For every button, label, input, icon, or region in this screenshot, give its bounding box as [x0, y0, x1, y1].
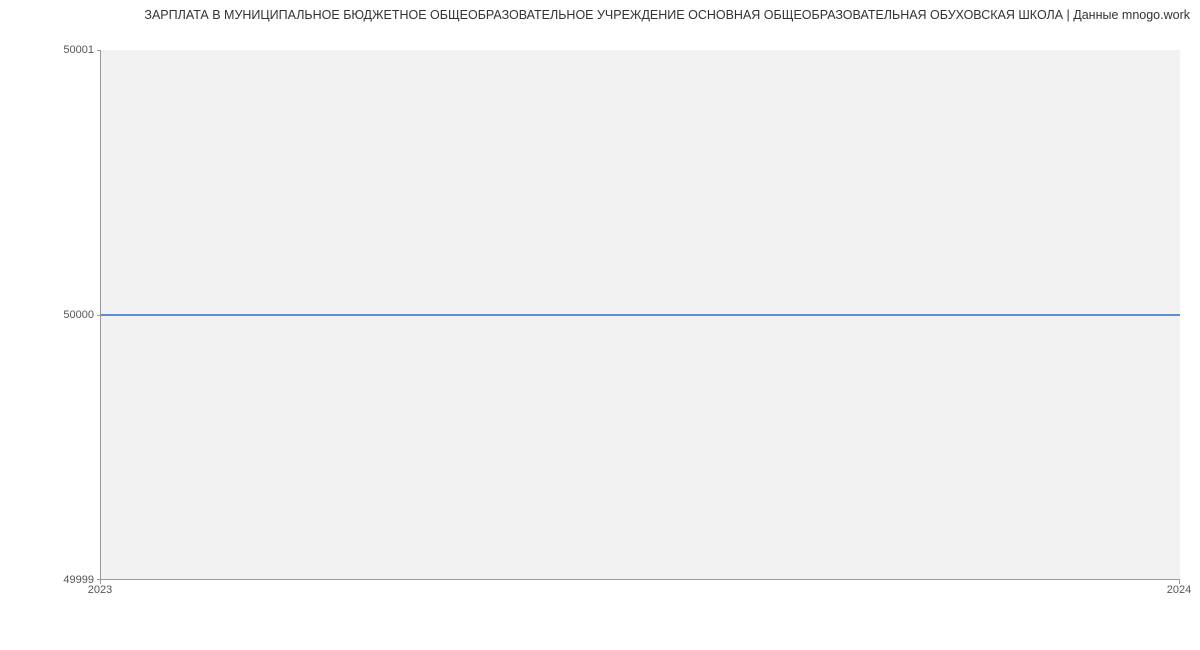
y-tick-mark	[97, 315, 101, 316]
y-axis-tick-label: 50001	[63, 44, 94, 56]
data-series-line	[101, 314, 1180, 316]
x-axis-tick-label: 2023	[88, 584, 112, 596]
y-axis-tick-label: 50000	[63, 309, 94, 321]
plot-background	[100, 50, 1180, 580]
y-tick-mark	[97, 50, 101, 51]
chart-title: ЗАРПЛАТА В МУНИЦИПАЛЬНОЕ БЮДЖЕТНОЕ ОБЩЕО…	[144, 8, 1190, 22]
chart-plot-area: 50001 50000 49999 2023 2024	[100, 30, 1180, 595]
x-axis-tick-label: 2024	[1167, 584, 1191, 596]
